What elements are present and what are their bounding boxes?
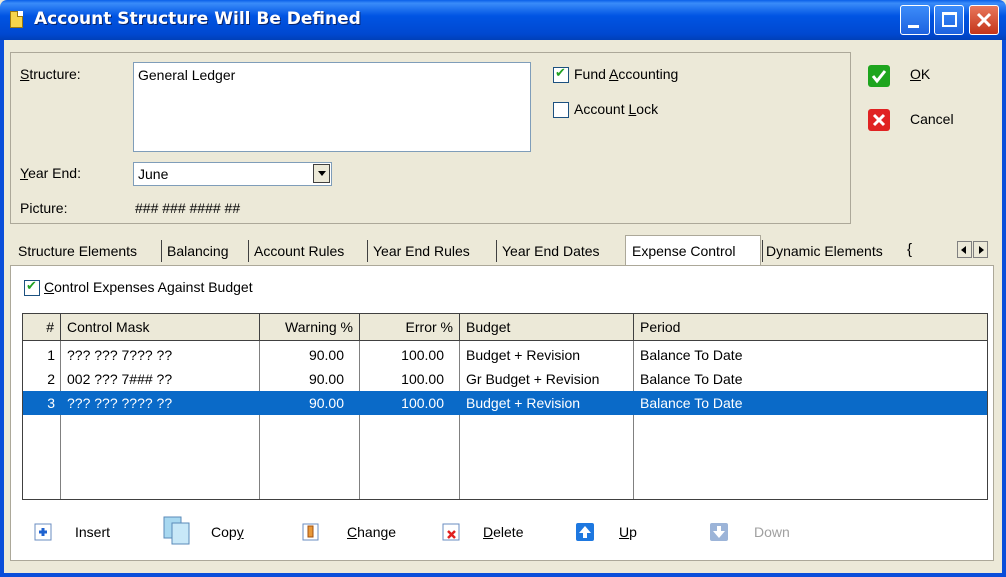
column-header-warning[interactable]: Warning % xyxy=(260,314,360,340)
picture-value: ### ### #### ## xyxy=(135,200,241,216)
arrow-right-icon xyxy=(979,246,984,254)
document-icon xyxy=(10,11,23,28)
tab-year-end-dates[interactable]: Year End Dates xyxy=(502,238,600,264)
row-error: 100.00 xyxy=(401,347,444,363)
arrow-down-icon xyxy=(710,523,728,541)
cancel-label: Cancel xyxy=(910,111,954,127)
row-control-mask: 002 ??? 7### ?? xyxy=(67,371,173,387)
insert-button[interactable]: Insert xyxy=(30,515,130,551)
structure-input[interactable]: General Ledger xyxy=(133,62,531,152)
account-lock-checkbox[interactable] xyxy=(553,102,569,118)
expense-control-grid[interactable]: # Control Mask Warning % Error % Budget … xyxy=(22,313,988,500)
row-error: 100.00 xyxy=(401,371,444,387)
edit-icon xyxy=(302,523,319,541)
account-lock-label[interactable]: Account Lock xyxy=(574,101,658,117)
down-button[interactable]: Down xyxy=(708,515,808,551)
grid-header: # Control Mask Warning % Error % Budget … xyxy=(23,314,987,341)
copy-button[interactable]: Copy xyxy=(160,515,260,551)
up-button[interactable]: Up xyxy=(574,515,654,551)
close-icon xyxy=(976,12,992,28)
chevron-down-icon[interactable] xyxy=(313,164,330,183)
delete-button[interactable]: Delete xyxy=(440,515,540,551)
structure-value: General Ledger xyxy=(138,67,236,83)
fund-accounting-checkbox[interactable] xyxy=(553,66,569,83)
tab-year-end-rules[interactable]: Year End Rules xyxy=(373,238,470,264)
maximize-icon xyxy=(942,12,957,27)
title-bar: Account Structure Will Be Defined xyxy=(0,0,1006,40)
row-warning: 90.00 xyxy=(308,347,344,363)
window-frame-left xyxy=(0,40,4,577)
control-expenses-checkbox[interactable] xyxy=(24,279,40,296)
tab-divider xyxy=(496,240,497,262)
column-header-budget[interactable]: Budget xyxy=(460,314,634,340)
tab-dynamic-elements[interactable]: Dynamic Elements xyxy=(766,238,883,264)
copy-label: Copy xyxy=(211,524,244,540)
table-row-selected[interactable]: 3 ??? ??? ???? ?? 90.00 100.00 Budget + … xyxy=(23,391,987,415)
tab-account-rules[interactable]: Account Rules xyxy=(254,238,344,264)
table-row[interactable]: 2 002 ??? 7### ?? 90.00 100.00 Gr Budget… xyxy=(23,367,987,391)
tab-divider xyxy=(248,240,249,262)
row-period: Balance To Date xyxy=(640,347,743,363)
change-label: Change xyxy=(347,524,397,540)
window-frame-bottom xyxy=(0,573,1006,577)
window-title: Account Structure Will Be Defined xyxy=(34,9,361,29)
row-number: 1 xyxy=(47,347,55,363)
row-warning: 90.00 xyxy=(308,371,344,387)
close-button[interactable] xyxy=(969,5,999,35)
tab-divider xyxy=(367,240,368,262)
ok-label: OK xyxy=(910,66,931,82)
control-expenses-label[interactable]: Control Expenses Against Budget xyxy=(44,279,253,295)
delete-label: Delete xyxy=(483,524,524,540)
table-row[interactable]: 1 ??? ??? 7??? ?? 90.00 100.00 Budget + … xyxy=(23,343,987,367)
row-budget: Budget + Revision xyxy=(466,395,581,411)
tab-structure-elements[interactable]: Structure Elements xyxy=(18,238,137,264)
tab-overflow-bracket: { xyxy=(907,241,913,258)
copy-icon xyxy=(163,516,190,545)
row-budget: Gr Budget + Revision xyxy=(466,371,600,387)
tab-scroll-right-button[interactable] xyxy=(973,241,988,258)
window-frame-right xyxy=(1002,40,1006,577)
row-number: 2 xyxy=(47,371,55,387)
picture-label: Picture: xyxy=(20,200,68,216)
column-header-number[interactable]: # xyxy=(23,314,61,340)
row-warning: 90.00 xyxy=(308,395,344,411)
minimize-icon xyxy=(908,25,919,28)
cancel-button[interactable]: Cancel xyxy=(866,106,976,134)
minimize-button[interactable] xyxy=(900,5,930,35)
year-end-select[interactable]: June xyxy=(133,162,332,186)
delete-icon xyxy=(442,523,460,541)
insert-icon xyxy=(34,523,52,541)
ok-button[interactable]: OK xyxy=(866,62,976,90)
year-end-label: Year End: xyxy=(20,165,81,181)
tab-scroll-left-button[interactable] xyxy=(957,241,972,258)
year-end-value: June xyxy=(138,166,169,182)
row-error: 100.00 xyxy=(401,395,444,411)
tab-strip: Structure Elements Balancing Account Rul… xyxy=(12,235,912,265)
column-header-period[interactable]: Period xyxy=(634,314,987,340)
row-period: Balance To Date xyxy=(640,371,743,387)
tab-divider xyxy=(762,240,763,262)
row-control-mask: ??? ??? ???? ?? xyxy=(67,395,173,411)
row-control-mask: ??? ??? 7??? ?? xyxy=(67,347,173,363)
structure-label: Structure: xyxy=(20,66,81,82)
cancel-x-icon xyxy=(868,109,890,131)
arrow-left-icon xyxy=(961,246,966,254)
arrow-up-icon xyxy=(576,523,594,541)
column-header-error[interactable]: Error % xyxy=(360,314,460,340)
row-number: 3 xyxy=(47,395,55,411)
maximize-button[interactable] xyxy=(934,5,964,35)
insert-label: Insert xyxy=(75,524,111,540)
tab-balancing[interactable]: Balancing xyxy=(167,238,229,264)
up-label: Up xyxy=(619,524,637,540)
tab-expense-control[interactable]: Expense Control xyxy=(625,235,761,265)
tab-divider xyxy=(161,240,162,262)
row-period: Balance To Date xyxy=(640,395,743,411)
change-button[interactable]: Change xyxy=(300,515,410,551)
down-label: Down xyxy=(754,524,790,540)
check-icon xyxy=(868,65,890,87)
column-header-control-mask[interactable]: Control Mask xyxy=(61,314,260,340)
row-budget: Budget + Revision xyxy=(466,347,581,363)
fund-accounting-label[interactable]: Fund Accounting xyxy=(574,66,678,82)
